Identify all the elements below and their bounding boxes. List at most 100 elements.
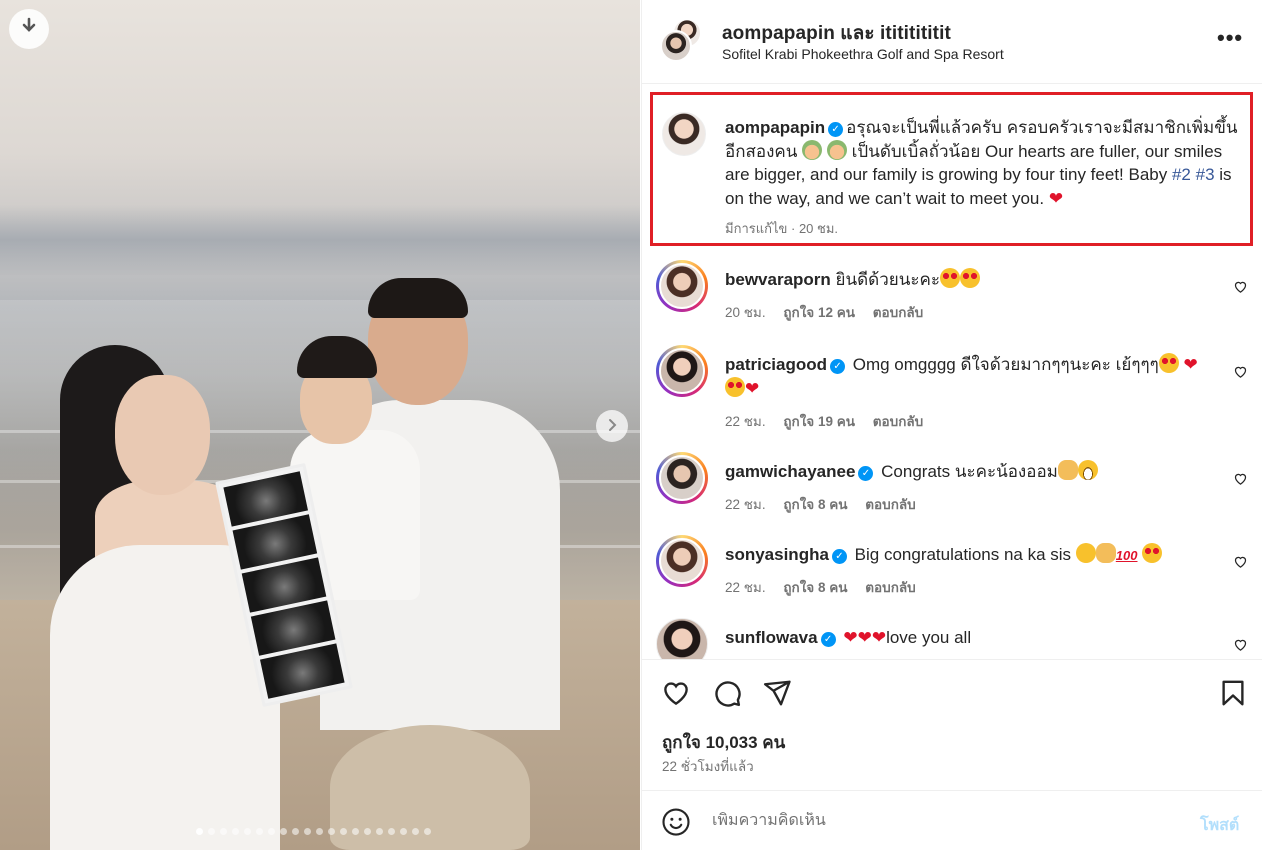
comment-like-button[interactable] xyxy=(1233,554,1248,574)
carousel-dot xyxy=(208,828,215,835)
avatar[interactable] xyxy=(659,538,705,584)
carousel-dot xyxy=(364,828,371,835)
comment-like-button[interactable] xyxy=(1233,279,1248,299)
smiley-icon xyxy=(661,808,691,841)
avatar[interactable] xyxy=(660,30,692,62)
carousel-dot xyxy=(340,828,347,835)
post-timestamp[interactable]: 22 ชั่วโมงที่แล้ว xyxy=(662,755,754,777)
reply-button[interactable]: ตอบกลับ xyxy=(873,414,923,429)
baby-emoji-icon xyxy=(826,139,847,160)
avatar-frame[interactable] xyxy=(656,618,708,659)
carousel-dot xyxy=(328,828,335,835)
reply-button[interactable]: ตอบกลับ xyxy=(865,497,915,512)
reply-button[interactable]: ตอบกลับ xyxy=(873,305,923,320)
emoji-picker-button[interactable] xyxy=(661,807,691,842)
like-count[interactable]: ถูกใจ 10,033 คน xyxy=(662,729,785,756)
story-ring[interactable] xyxy=(656,345,708,397)
carousel-dot xyxy=(268,828,275,835)
comment-username[interactable]: sunflowava xyxy=(725,628,818,647)
comment-likes[interactable]: ถูกใจ 19 คน xyxy=(783,414,855,429)
like-button[interactable] xyxy=(661,678,691,713)
heart-outline-icon xyxy=(1233,639,1248,656)
comment-likes[interactable]: ถูกใจ 8 คน xyxy=(783,497,847,512)
heart-eyes-emoji-icon xyxy=(1158,353,1179,373)
avatar[interactable] xyxy=(659,348,705,394)
avatar[interactable] xyxy=(662,112,706,156)
verified-badge-icon: ✓ xyxy=(858,466,874,481)
comment-like-button[interactable] xyxy=(1233,471,1248,491)
add-comment-bar: โพสต์ xyxy=(642,790,1262,850)
comment-input[interactable] xyxy=(712,812,1182,830)
download-button[interactable] xyxy=(9,9,49,49)
save-button[interactable] xyxy=(1218,678,1248,713)
comment-likes[interactable]: ถูกใจ 12 คน xyxy=(783,305,855,320)
comment-text: love you all xyxy=(886,628,972,647)
carousel-dot xyxy=(220,828,227,835)
avatar[interactable] xyxy=(659,263,705,309)
post-caption: aompapapin ✓ อรุณจะเป็นพี่แล้วครับ ครอบครั… xyxy=(650,92,1253,246)
comment-like-button[interactable] xyxy=(1233,364,1248,384)
comment-body: bewvaraporn ยินดีด้วยนะคะ 20 ชม. ถูกใจ 1… xyxy=(725,268,1215,325)
photo-clouds xyxy=(0,205,640,275)
hundred-points-emoji-icon: 100 xyxy=(1115,548,1138,563)
carousel-dot xyxy=(292,828,299,835)
heart-outline-icon xyxy=(1233,556,1248,573)
carousel-dots xyxy=(196,828,431,835)
comment-time[interactable]: 22 ชม. xyxy=(725,580,766,595)
carousel-dot xyxy=(232,828,239,835)
heart-outline-icon xyxy=(1233,366,1248,383)
comment-text: Big congratulations na ka sis xyxy=(854,545,1072,564)
avatar[interactable] xyxy=(656,618,708,659)
carousel-dot xyxy=(400,828,407,835)
photo-woman-face xyxy=(115,375,210,495)
hashtag-link[interactable]: #2 xyxy=(1172,165,1191,184)
more-options-button[interactable]: ••• xyxy=(1217,25,1243,51)
carousel-dot xyxy=(388,828,395,835)
heart-eyes-emoji-icon xyxy=(939,268,960,288)
heart-eyes-emoji-icon xyxy=(1142,543,1163,563)
post-location[interactable]: Sofitel Krabi Phokeethra Golf and Spa Re… xyxy=(722,46,1004,62)
comment-username[interactable]: sonyasingha xyxy=(725,545,829,564)
hashtag-link[interactable]: #3 xyxy=(1196,165,1215,184)
red-heart-emoji-icon: ❤❤❤ xyxy=(843,628,887,647)
comment-likes[interactable]: ถูกใจ 8 คน xyxy=(783,580,847,595)
heart-outline-icon xyxy=(1233,473,1248,490)
carousel-dot xyxy=(304,828,311,835)
reply-button[interactable]: ตอบกลับ xyxy=(865,580,915,595)
post-header: aompapapin และ itititititit Sofitel Krab… xyxy=(642,0,1262,84)
comment-username[interactable]: gamwichayanee xyxy=(725,462,855,481)
comments-list[interactable]: bewvaraporn ยินดีด้วยนะคะ 20 ชม. ถูกใจ 1… xyxy=(642,250,1262,660)
bookmark-icon xyxy=(1218,680,1248,712)
post-comment-button[interactable]: โพสต์ xyxy=(1200,813,1239,838)
carousel-dot xyxy=(352,828,359,835)
comment-username[interactable]: bewvaraporn xyxy=(725,270,831,289)
verified-badge-icon: ✓ xyxy=(820,632,836,647)
red-heart-emoji-icon: ❤ xyxy=(745,379,760,398)
caption-body: aompapapin ✓ อรุณจะเป็นพี่แล้วครับ ครอบครั… xyxy=(725,116,1247,241)
story-ring[interactable] xyxy=(656,452,708,504)
carousel-dot xyxy=(316,828,323,835)
heart-eyes-emoji-icon xyxy=(725,377,745,397)
comment-like-button[interactable] xyxy=(1233,637,1248,657)
comment-time[interactable]: 22 ชม. xyxy=(725,497,766,512)
story-ring[interactable] xyxy=(656,260,708,312)
comment-meta: 22 ชม. ถูกใจ 19 คน ตอบกลับ xyxy=(725,410,1215,434)
next-slide-button[interactable] xyxy=(596,410,628,442)
avatar[interactable] xyxy=(659,455,705,501)
post-photo[interactable] xyxy=(0,0,640,850)
comment-button[interactable] xyxy=(712,678,742,713)
heart-outline-icon xyxy=(1233,281,1248,298)
carousel-dot xyxy=(376,828,383,835)
comment-username[interactable]: patriciagood xyxy=(725,355,827,374)
more-horizontal-icon: ••• xyxy=(1217,25,1244,50)
share-button[interactable] xyxy=(762,678,792,713)
photo-man-hair xyxy=(368,278,468,318)
comment-time[interactable]: 22 ชม. xyxy=(725,414,766,429)
post-authors[interactable]: aompapapin และ itititititit xyxy=(722,18,951,48)
story-ring[interactable] xyxy=(656,535,708,587)
comment-time[interactable]: 20 ชม. xyxy=(725,305,766,320)
comment-text: ยินดีด้วยนะคะ xyxy=(835,270,940,289)
caption-username[interactable]: aompapapin xyxy=(725,118,825,137)
clapping-hands-emoji-icon xyxy=(1057,460,1078,480)
comment-meta: 22 ชม. ถูกใจ 8 คน ตอบกลับ xyxy=(725,493,1215,517)
